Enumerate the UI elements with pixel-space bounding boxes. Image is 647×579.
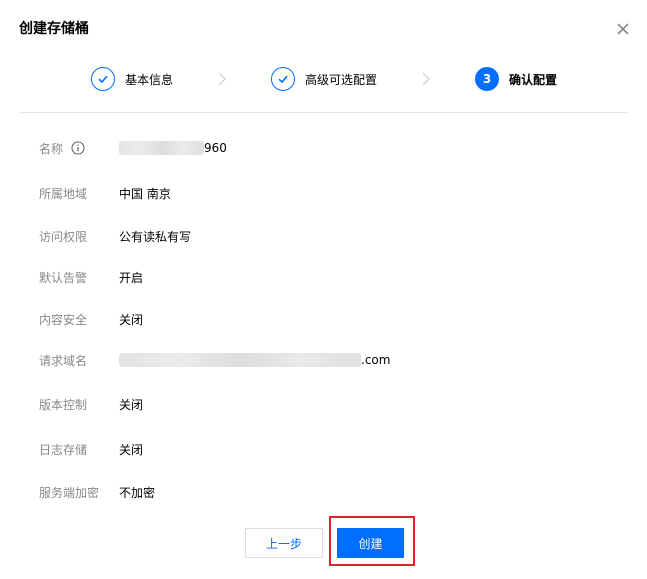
create-bucket-dialog: 创建存储桶 基本信息 高级可选配置 3 确认配置 名称 960 所属地域 中国 … — [0, 0, 647, 579]
row-region-value: 中国 南京 — [119, 186, 171, 201]
row-access-value: 公有读私有写 — [119, 229, 192, 244]
row-domain: 请求域名 .com — [39, 350, 390, 370]
row-region: 所属地域 中国 南京 — [39, 183, 171, 203]
step-1-check-icon — [91, 67, 115, 91]
bucket-name-suffix: 960 — [204, 141, 227, 155]
step-confirm-config: 3 确认配置 — [475, 62, 557, 96]
row-encryption-value: 不加密 — [119, 485, 156, 500]
create-button[interactable]: 创建 — [337, 528, 404, 558]
step-3-label: 确认配置 — [509, 72, 558, 87]
dialog-title: 创建存储桶 — [19, 21, 89, 37]
row-name-value: 960 — [119, 141, 227, 155]
row-logging-value: 关闭 — [119, 442, 144, 457]
row-content-security-value: 关闭 — [119, 312, 144, 327]
row-access: 访问权限 公有读私有写 — [39, 226, 191, 246]
steps-bar: 基本信息 高级可选配置 3 确认配置 — [0, 62, 647, 96]
row-domain-label: 请求域名 — [39, 353, 88, 368]
row-versioning-value: 关闭 — [119, 397, 144, 412]
row-versioning: 版本控制 关闭 — [39, 394, 143, 414]
redacted-bucket-name — [119, 141, 204, 155]
header-divider — [19, 112, 628, 113]
row-encryption: 服务端加密 不加密 — [39, 482, 155, 502]
close-button[interactable] — [612, 18, 634, 40]
row-encryption-label: 服务端加密 — [39, 485, 100, 500]
info-icon[interactable] — [71, 141, 85, 155]
step-2-check-icon — [271, 67, 295, 91]
step-advanced-config: 高级可选配置 — [271, 62, 377, 96]
row-versioning-label: 版本控制 — [39, 397, 88, 412]
row-alert-label: 默认告警 — [39, 270, 88, 285]
step-2-label: 高级可选配置 — [305, 72, 378, 87]
row-content-security-label: 内容安全 — [39, 312, 88, 327]
row-domain-value: .com — [119, 353, 390, 367]
row-content-security: 内容安全 关闭 — [39, 309, 143, 329]
row-name-label: 名称 — [39, 141, 64, 156]
row-name: 名称 960 — [39, 138, 227, 158]
prev-step-button[interactable]: 上一步 — [245, 528, 323, 558]
step-basic-info: 基本信息 — [91, 62, 173, 96]
chevron-right-icon — [218, 72, 226, 86]
row-alert-value: 开启 — [119, 270, 144, 285]
step-1-label: 基本信息 — [125, 72, 174, 87]
chevron-right-icon — [422, 72, 430, 86]
row-alert: 默认告警 开启 — [39, 267, 143, 287]
domain-suffix: .com — [361, 353, 391, 367]
row-access-label: 访问权限 — [39, 229, 88, 244]
row-logging-label: 日志存储 — [39, 442, 88, 457]
close-icon — [617, 23, 629, 35]
row-region-label: 所属地域 — [39, 186, 88, 201]
step-3-number: 3 — [475, 67, 499, 91]
row-logging: 日志存储 关闭 — [39, 439, 143, 459]
redacted-domain — [119, 353, 361, 367]
